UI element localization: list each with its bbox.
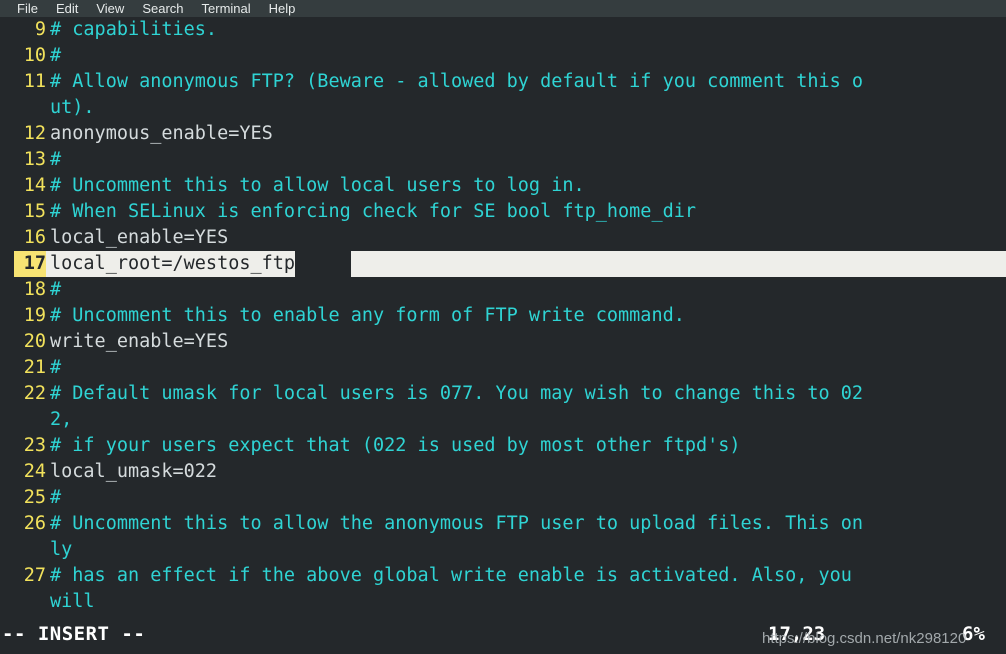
line-number: 26 xyxy=(23,513,46,534)
line-number: 19 xyxy=(23,305,46,326)
editor-line[interactable]: 24 local_umask=022 xyxy=(0,459,1006,485)
menu-item-view[interactable]: View xyxy=(87,2,133,16)
line-number: 24 xyxy=(23,461,46,482)
editor-line-text: # Uncomment this to allow local users to… xyxy=(50,175,585,196)
vim-mode-indicator: -- INSERT -- xyxy=(2,623,146,645)
line-number: 27 xyxy=(23,565,46,586)
editor-line-text: # Uncomment this to allow the anonymous … xyxy=(50,513,864,534)
editor-line[interactable]: 26 # Uncomment this to allow the anonymou… xyxy=(0,511,1006,537)
editor-line-text: write_enable=YES xyxy=(50,331,229,352)
line-number: 20 xyxy=(23,331,46,352)
line-number: 14 xyxy=(23,175,46,196)
editor-line-text-selected: local_root=/westos_ftp xyxy=(46,251,296,277)
editor-line-text: # xyxy=(50,487,62,508)
editor-line-wrap[interactable]: will xyxy=(0,589,1006,615)
editor-buffer[interactable]: 9 # capabilities. 10 #11 # Allow anonymous F… xyxy=(0,17,1006,618)
editor-line-text: # xyxy=(50,357,62,378)
line-number: 18 xyxy=(23,279,46,300)
scroll-percent-indicator: 6% xyxy=(962,623,985,645)
menu-item-help[interactable]: Help xyxy=(260,2,305,16)
editor-line-wrap[interactable]: ly xyxy=(0,537,1006,563)
line-number: 23 xyxy=(23,435,46,456)
editor-line-text: # xyxy=(50,279,62,300)
editor-line[interactable]: 23 # if your users expect that (022 is us… xyxy=(0,433,1006,459)
editor-line[interactable]: 18 # xyxy=(0,277,1006,303)
editor-line-wrap-text: will xyxy=(50,591,95,612)
status-line: -- INSERT -- 17,23 6% https://blog.csdn.… xyxy=(0,618,1006,654)
editor-line[interactable]: 25 # xyxy=(0,485,1006,511)
line-number: 13 xyxy=(23,149,46,170)
editor-line-text: # if your users expect that (022 is used… xyxy=(50,435,741,456)
editor-line[interactable]: 21 # xyxy=(0,355,1006,381)
editor-line-text: local_umask=022 xyxy=(50,461,218,482)
editor-line[interactable]: 12 anonymous_enable=YES xyxy=(0,121,1006,147)
editor-line[interactable]: 11 # Allow anonymous FTP? (Beware - allow… xyxy=(0,69,1006,95)
line-number: 25 xyxy=(23,487,46,508)
line-number: 10 xyxy=(23,45,46,66)
line-number: 21 xyxy=(23,357,46,378)
active-line-highlight-bar xyxy=(351,251,1006,277)
cursor-position-indicator: 17,23 xyxy=(768,623,826,645)
editor-line-text: anonymous_enable=YES xyxy=(50,123,273,144)
editor-line[interactable]: 22 # Default umask for local users is 077… xyxy=(0,381,1006,407)
editor-line-text: # When SELinux is enforcing check for SE… xyxy=(50,201,697,222)
editor-line[interactable]: 27 # has an effect if the above global wr… xyxy=(0,563,1006,589)
editor-line-text: # Allow anonymous FTP? (Beware - allowed… xyxy=(50,71,864,92)
line-number: 12 xyxy=(23,123,46,144)
menu-bar: File Edit View Search Terminal Help xyxy=(0,0,1006,17)
editor-line-wrap[interactable]: ut). xyxy=(0,95,1006,121)
editor-line-text: # xyxy=(50,149,62,170)
line-number: 22 xyxy=(23,383,46,404)
editor-line[interactable]: 20 write_enable=YES xyxy=(0,329,1006,355)
line-number: 15 xyxy=(23,201,46,222)
line-number: 9 xyxy=(34,19,46,40)
editor-line-wrap-text: ly xyxy=(50,539,73,560)
menu-item-edit[interactable]: Edit xyxy=(47,2,87,16)
editor-line-wrap-text: ut). xyxy=(50,97,95,118)
editor-line-text: # has an effect if the above global writ… xyxy=(50,565,852,586)
editor-line-wrap-text: 2, xyxy=(50,409,73,430)
menu-item-file[interactable]: File xyxy=(8,2,47,16)
menu-item-search[interactable]: Search xyxy=(133,2,192,16)
editor-line[interactable]: 13 # xyxy=(0,147,1006,173)
line-number: 16 xyxy=(23,227,46,248)
editor-line-text: # Default umask for local users is 077. … xyxy=(50,383,864,404)
editor-line-text: # Uncomment this to enable any form of F… xyxy=(50,305,685,326)
editor-line-wrap[interactable]: 2, xyxy=(0,407,1006,433)
editor-line[interactable]: 14 # Uncomment this to allow local users … xyxy=(0,173,1006,199)
editor-line-text: # capabilities. xyxy=(50,19,218,40)
editor-line[interactable]: 15 # When SELinux is enforcing check for … xyxy=(0,199,1006,225)
line-number: 11 xyxy=(23,71,46,92)
editor-line[interactable]: 16 local_enable=YES xyxy=(0,225,1006,251)
editor-line[interactable]: 19 # Uncomment this to enable any form of… xyxy=(0,303,1006,329)
editor-line-text: # xyxy=(50,45,62,66)
editor-line[interactable]: 10 # xyxy=(0,43,1006,69)
menu-item-terminal[interactable]: Terminal xyxy=(193,2,260,16)
editor-line-text: local_enable=YES xyxy=(50,227,229,248)
line-number-current: 17 xyxy=(14,251,46,277)
editor-line[interactable]: 9 # capabilities. xyxy=(0,17,1006,43)
